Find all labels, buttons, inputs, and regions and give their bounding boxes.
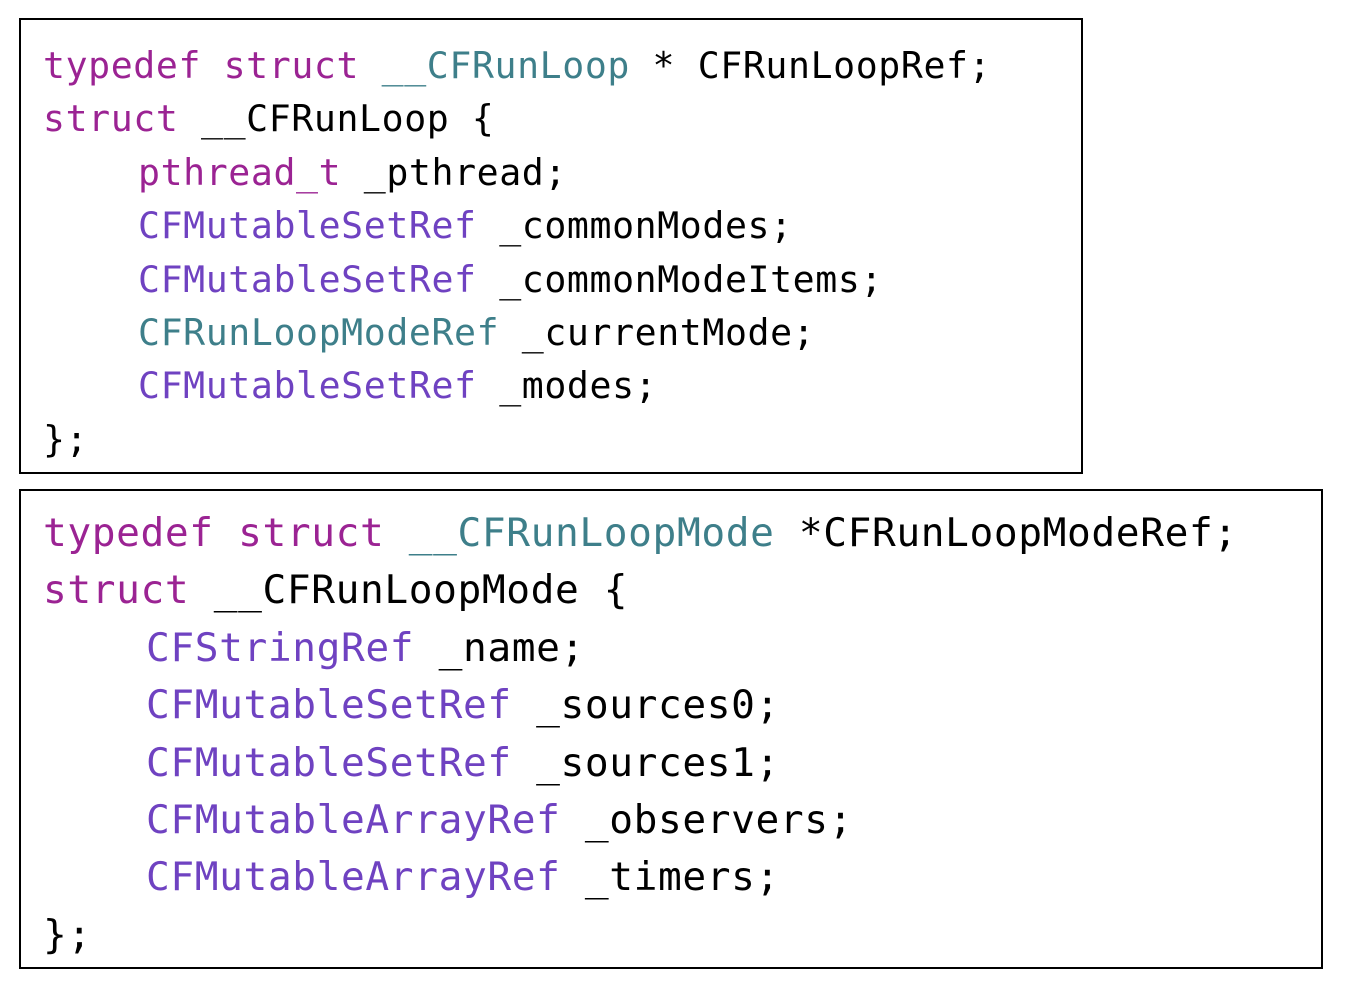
field-type: CFMutableArrayRef	[146, 796, 561, 843]
typedef-keyword: typedef	[43, 510, 214, 556]
field-name: _name;	[438, 624, 585, 671]
field-name: _sources0;	[536, 682, 780, 729]
field-type: CFStringRef	[146, 624, 415, 671]
field-name: _observers;	[584, 796, 854, 843]
typedef-keyword: typedef	[43, 44, 202, 87]
struct-field: CFMutableArrayRef _timers;	[43, 849, 1321, 906]
struct-name: __CFRunLoop	[381, 44, 630, 87]
struct-declaration-name: __CFRunLoopMode {	[213, 567, 629, 614]
typedef-line: typedef struct __CFRunLoop * CFRunLoopRe…	[43, 39, 1081, 92]
struct-name: __CFRunLoopMode	[408, 510, 775, 556]
field-name: _modes;	[499, 364, 658, 408]
typedef-line: typedef struct __CFRunLoopMode *CFRunLoo…	[43, 505, 1321, 562]
field-type: CFMutableSetRef	[138, 257, 477, 301]
struct-close: };	[43, 413, 1081, 466]
field-type: CFMutableArrayRef	[146, 854, 561, 901]
field-type: pthread_t	[138, 150, 342, 194]
struct-keyword: struct	[43, 97, 179, 141]
runloop-struct-code-block: typedef struct __CFRunLoop * CFRunLoopRe…	[19, 18, 1083, 474]
struct-keyword: struct	[223, 44, 360, 87]
struct-field: CFStringRef _name;	[43, 620, 1321, 677]
struct-field: CFRunLoopModeRef _currentMode;	[43, 306, 1081, 359]
struct-field: CFMutableSetRef _commonModeItems;	[43, 253, 1081, 306]
closing-brace: };	[43, 911, 92, 958]
field-type: CFMutableSetRef	[146, 739, 512, 786]
struct-field: CFMutableSetRef _modes;	[43, 359, 1081, 412]
struct-keyword: struct	[43, 567, 190, 614]
field-type: CFMutableSetRef	[146, 682, 512, 729]
field-type: CFRunLoopModeRef	[138, 310, 500, 354]
struct-declaration-line: struct __CFRunLoopMode {	[43, 562, 1321, 619]
field-name: _pthread;	[363, 150, 567, 194]
field-name: _currentMode;	[521, 310, 816, 354]
field-type: CFMutableSetRef	[138, 204, 477, 248]
struct-declaration-line: struct __CFRunLoop {	[43, 92, 1081, 145]
field-name: _timers;	[584, 854, 780, 901]
field-name: _commonModes;	[499, 204, 793, 248]
field-name: _commonModeItems;	[499, 257, 883, 301]
struct-close: };	[43, 907, 1321, 964]
struct-field: pthread_t _pthread;	[43, 146, 1081, 199]
typedef-alias: * CFRunLoopRef;	[652, 44, 992, 87]
field-name: _sources1;	[536, 739, 780, 786]
field-type: CFMutableSetRef	[138, 364, 477, 408]
struct-field: CFMutableSetRef _sources0;	[43, 677, 1321, 734]
closing-brace: };	[43, 417, 89, 461]
typedef-alias: *CFRunLoopModeRef;	[798, 510, 1238, 556]
struct-field: CFMutableSetRef _commonModes;	[43, 199, 1081, 252]
struct-declaration-name: __CFRunLoop {	[201, 97, 495, 141]
runloopmode-struct-code-block: typedef struct __CFRunLoopMode *CFRunLoo…	[19, 489, 1323, 969]
struct-field: CFMutableArrayRef _observers;	[43, 792, 1321, 849]
struct-field: CFMutableSetRef _sources1;	[43, 735, 1321, 792]
struct-keyword: struct	[238, 510, 385, 556]
